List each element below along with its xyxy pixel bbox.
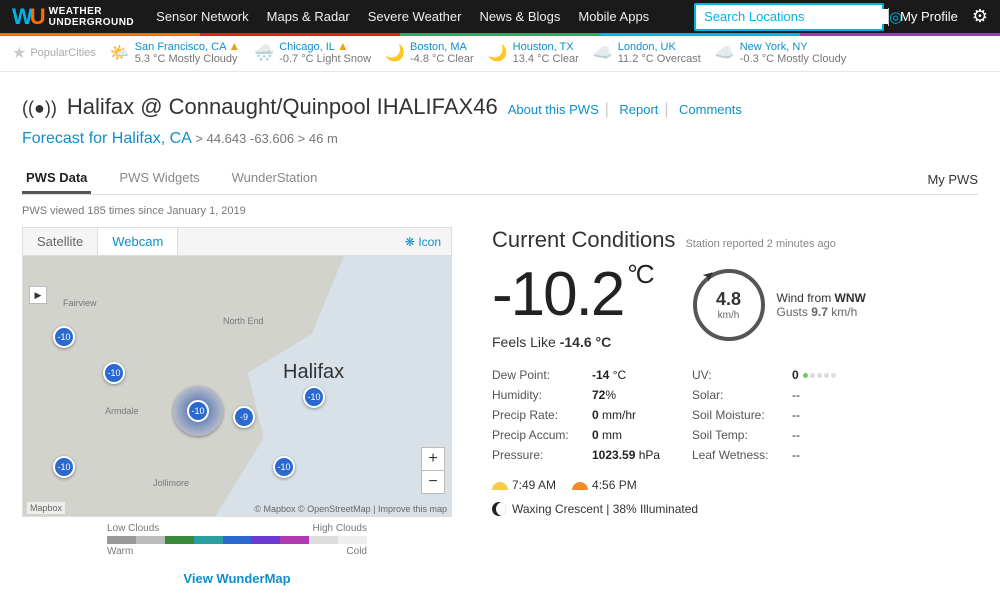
report-link[interactable]: Report: [619, 102, 658, 117]
gear-icon[interactable]: ⚙: [972, 6, 988, 27]
alert-icon: ▲: [337, 39, 349, 53]
comments-link[interactable]: Comments: [679, 102, 742, 117]
sunrise: 7:49 AM: [492, 478, 556, 492]
view-count: PWS viewed 185 times since January 1, 20…: [22, 205, 978, 217]
wind-arrow-icon: ➤: [698, 265, 718, 286]
weather-icon: ☁️: [715, 43, 735, 63]
tab-pws-widgets[interactable]: PWS Widgets: [115, 164, 203, 194]
station-header: ((●)) Halifax @ Connaught/Quinpool IHALI…: [22, 94, 978, 120]
station-marker[interactable]: -10: [53, 456, 75, 478]
view-wundermap-link[interactable]: View WunderMap: [22, 571, 452, 586]
nav-sensor[interactable]: Sensor Network: [156, 9, 248, 24]
top-nav: WU WEATHERUNDERGROUND Sensor Network Map…: [0, 0, 1000, 36]
map-city-label: Halifax: [283, 361, 344, 384]
map-icon-toggle[interactable]: Icon: [405, 235, 441, 249]
wind-from: Wind from WNW: [777, 291, 866, 305]
forecast-line: Forecast for Halifax, CA > 44.643 -63.60…: [22, 130, 978, 148]
city-ny[interactable]: ☁️New York, NY-0.3 °C Mostly Cloudy: [715, 41, 846, 65]
moon-phase: Waxing Crescent | 38% Illuminated: [492, 502, 978, 516]
coords: > 44.643 -63.606 > 46 m: [195, 131, 337, 146]
city-boston[interactable]: 🌙Boston, MA-4.8 °C Clear: [385, 41, 474, 65]
weather-icon: ☁️: [593, 43, 613, 63]
forecast-link[interactable]: Forecast for Halifax, CA: [22, 130, 191, 147]
station-marker[interactable]: -10: [303, 386, 325, 408]
moon-icon: [492, 502, 506, 516]
station-marker[interactable]: -10: [53, 326, 75, 348]
nav-links: Sensor Network Maps & Radar Severe Weath…: [156, 9, 649, 24]
feels-like: Feels Like -14.6 °C: [492, 334, 653, 350]
weather-icon: 🌨️: [254, 43, 274, 63]
nav-mobile[interactable]: Mobile Apps: [578, 9, 649, 24]
logo[interactable]: WU WEATHERUNDERGROUND: [12, 4, 134, 30]
wind-block: ➤ 4.8 km/h Wind from WNW Gusts 9.7 km/h: [693, 269, 866, 341]
search-input[interactable]: [696, 9, 888, 24]
pws-tabs: PWS Data PWS Widgets WunderStation My PW…: [22, 164, 978, 195]
my-pws-link[interactable]: My PWS: [927, 172, 978, 187]
logo-text: WEATHERUNDERGROUND: [49, 6, 135, 28]
tab-wunderstation[interactable]: WunderStation: [228, 164, 322, 194]
sunset: 4:56 PM: [572, 478, 637, 492]
report-time: Station reported 2 minutes ago: [685, 238, 835, 250]
city-sf[interactable]: 🌤️San Francisco, CA▲5.3 °C Mostly Cloudy: [110, 40, 241, 65]
current-conditions-title: Current Conditions Station reported 2 mi…: [492, 227, 978, 253]
nav-maps[interactable]: Maps & Radar: [267, 9, 350, 24]
station-marker[interactable]: -10: [103, 362, 125, 384]
uv-dots: [803, 373, 836, 378]
map-tab-webcam[interactable]: Webcam: [97, 228, 178, 255]
station-title: Halifax @ Connaught/Quinpool IHALIFAX46: [67, 94, 498, 120]
popular-cities-strip: ★ PopularCities 🌤️San Francisco, CA▲5.3 …: [0, 36, 1000, 72]
nav-severe[interactable]: Severe Weather: [368, 9, 462, 24]
popular-label: ★ PopularCities: [12, 43, 96, 63]
station-marker[interactable]: -9: [233, 406, 255, 428]
tab-pws-data[interactable]: PWS Data: [22, 164, 91, 194]
star-icon: ★: [12, 43, 26, 63]
map-legend: Low CloudsHigh Clouds WarmCold: [22, 523, 452, 557]
map[interactable]: ▶ Halifax Fairview North End Armdale Jol…: [23, 256, 451, 516]
nav-news[interactable]: News & Blogs: [479, 9, 560, 24]
sun-times: 7:49 AM 4:56 PM: [492, 478, 978, 492]
alert-icon: ▲: [228, 39, 240, 53]
signal-icon: ((●)): [22, 98, 57, 119]
weather-icon: 🌙: [488, 43, 508, 63]
logo-mark: WU: [12, 4, 43, 30]
mapbox-logo: Mapbox: [27, 502, 65, 514]
about-pws-link[interactable]: About this PWS: [508, 102, 599, 117]
city-houston[interactable]: 🌙Houston, TX13.4 °C Clear: [488, 41, 579, 65]
map-panel: Satellite Webcam Icon ▶ Halifax Fairview…: [22, 227, 452, 517]
map-attribution[interactable]: © Mapbox © OpenStreetMap | Improve this …: [254, 504, 447, 514]
search-box[interactable]: ◎: [694, 3, 884, 31]
zoom-out-button[interactable]: −: [422, 471, 444, 493]
station-marker-selected[interactable]: -10: [173, 386, 223, 436]
wind-dial: ➤ 4.8 km/h: [693, 269, 765, 341]
map-tab-satellite[interactable]: Satellite: [23, 228, 97, 255]
zoom-in-button[interactable]: +: [422, 448, 444, 471]
station-marker[interactable]: -10: [273, 456, 295, 478]
conditions-grid: Dew Point:-14 °C UV:0 Humidity:72% Solar…: [492, 368, 978, 462]
weather-icon: 🌤️: [110, 43, 130, 63]
city-chicago[interactable]: 🌨️Chicago, IL▲-0.7 °C Light Snow: [254, 40, 371, 65]
map-play-button[interactable]: ▶: [29, 286, 47, 304]
temperature: -10.2°C: [492, 259, 653, 330]
map-zoom-controls: + −: [421, 447, 445, 494]
city-london[interactable]: ☁️London, UK11.2 °C Overcast: [593, 41, 701, 65]
weather-icon: 🌙: [385, 43, 405, 63]
wind-gusts: Gusts 9.7 km/h: [777, 305, 866, 319]
profile-link[interactable]: My Profile: [900, 9, 958, 24]
